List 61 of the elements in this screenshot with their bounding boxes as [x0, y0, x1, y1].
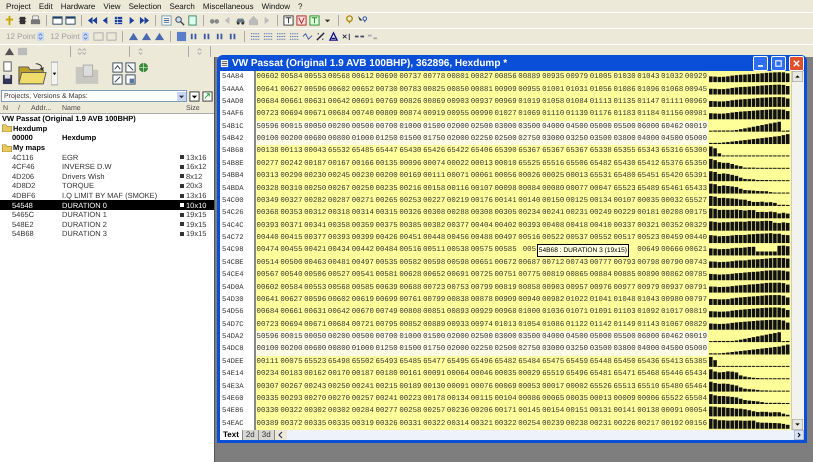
- format-icon[interactable]: [276, 31, 287, 42]
- format-icon[interactable]: [302, 31, 313, 42]
- search-icon[interactable]: [174, 15, 185, 26]
- caret-icon[interactable]: [189, 90, 200, 102]
- window-icon[interactable]: [52, 15, 63, 26]
- format-icon[interactable]: [250, 31, 261, 42]
- caret-icon: [177, 92, 186, 100]
- menu-item[interactable]: Search: [166, 2, 199, 10]
- scroll-right-icon[interactable]: [794, 430, 804, 440]
- folder-icon: [2, 144, 12, 152]
- box-icon[interactable]: [296, 15, 307, 26]
- document-icon[interactable]: [187, 15, 198, 26]
- view-tab[interactable]: Text: [220, 430, 243, 440]
- printer-icon[interactable]: [30, 15, 41, 26]
- chip-icon[interactable]: [17, 15, 28, 26]
- map-icon[interactable]: [125, 62, 136, 72]
- last-icon[interactable]: [139, 15, 150, 26]
- vertical-scrollbar[interactable]: [791, 71, 804, 430]
- text-box-icon[interactable]: [283, 15, 294, 26]
- list-icon[interactable]: [161, 15, 172, 26]
- menu-item[interactable]: Project: [2, 2, 35, 10]
- menu-item[interactable]: Window: [258, 2, 294, 10]
- menu-item[interactable]: Selection: [124, 2, 166, 10]
- view-tab[interactable]: 2d: [242, 430, 259, 440]
- window-icon: [220, 58, 229, 68]
- minimize-button[interactable]: [753, 56, 768, 70]
- format-icon[interactable]: [288, 31, 300, 42]
- window-title: VW Passat (Original 1.9 AVB 100BHP), 362896, Hexdump *: [232, 58, 508, 68]
- horizontal-scrollbar[interactable]: [286, 430, 804, 440]
- menu-item[interactable]: View: [99, 2, 125, 10]
- globe-icon[interactable]: [138, 62, 149, 72]
- maximize-icon: [774, 58, 783, 68]
- menu-item[interactable]: Miscellaneous: [198, 2, 258, 10]
- maximize-button[interactable]: [771, 56, 786, 70]
- close-button[interactable]: [789, 56, 804, 70]
- table-icon[interactable]: [113, 15, 124, 26]
- menu-item[interactable]: Hardware: [56, 2, 100, 10]
- caret-icon[interactable]: [51, 60, 58, 86]
- menu-item[interactable]: Edit: [34, 2, 57, 10]
- open-folder-icon[interactable]: [17, 60, 47, 86]
- scroll-down-icon[interactable]: [792, 419, 804, 430]
- window-icon[interactable]: [65, 15, 76, 26]
- map-icon[interactable]: [112, 74, 123, 84]
- menu-item[interactable]: ?: [294, 2, 306, 10]
- refresh-icon[interactable]: [202, 90, 213, 102]
- save-icon[interactable]: [2, 74, 13, 85]
- folder-icon: [2, 124, 12, 132]
- map-icon[interactable]: [112, 62, 123, 72]
- format-icon[interactable]: [328, 31, 339, 42]
- close-icon: [792, 58, 801, 68]
- new-file-icon[interactable]: [2, 61, 13, 72]
- box-icon[interactable]: [309, 15, 320, 26]
- format-icon[interactable]: [340, 31, 352, 42]
- view-tab[interactable]: 3d: [258, 430, 275, 440]
- map-icon[interactable]: [125, 74, 136, 84]
- first-icon[interactable]: [87, 15, 98, 26]
- format-icon[interactable]: [262, 31, 274, 42]
- scroll-up-icon[interactable]: [792, 71, 804, 82]
- scroll-left-icon[interactable]: [276, 431, 285, 439]
- minimize-icon: [758, 64, 763, 66]
- format-icon[interactable]: [314, 31, 326, 42]
